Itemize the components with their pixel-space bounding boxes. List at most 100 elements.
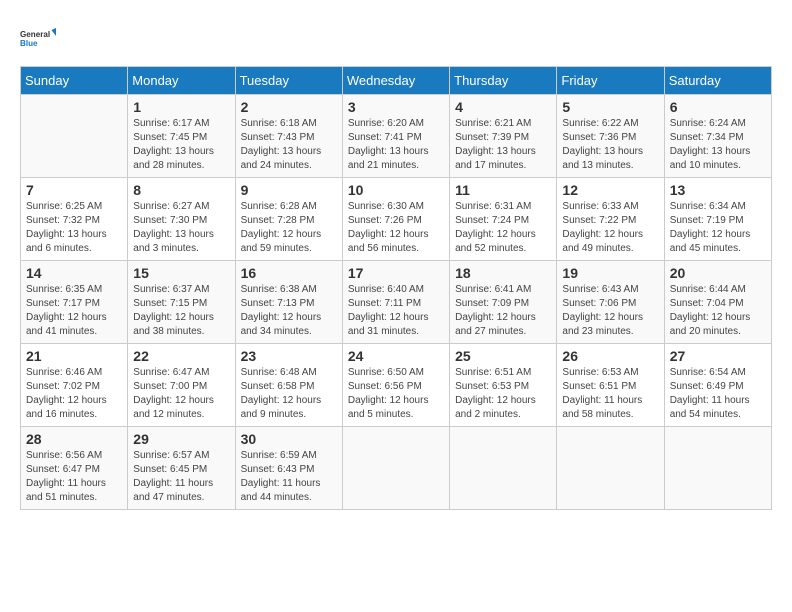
day-number: 13 [670, 182, 766, 198]
svg-text:General: General [20, 30, 50, 39]
day-number: 1 [133, 99, 229, 115]
day-info: Sunrise: 6:46 AM Sunset: 7:02 PM Dayligh… [26, 366, 122, 422]
day-number: 16 [241, 265, 337, 281]
calendar-cell: 23 Sunrise: 6:48 AM Sunset: 6:58 PM Dayli… [235, 344, 342, 427]
calendar-cell: 28 Sunrise: 6:56 AM Sunset: 6:47 PM Dayli… [21, 427, 128, 510]
day-info: Sunrise: 6:17 AM Sunset: 7:45 PM Dayligh… [133, 117, 229, 173]
day-info: Sunrise: 6:50 AM Sunset: 6:56 PM Dayligh… [348, 366, 444, 422]
calendar-cell: 4Sunrise: 6:21 AM Sunset: 7:39 PM Daylig… [450, 95, 557, 178]
day-number: 14 [26, 265, 122, 281]
day-info: Sunrise: 6:25 AM Sunset: 7:32 PM Dayligh… [26, 200, 122, 256]
day-info: Sunrise: 6:31 AM Sunset: 7:24 PM Dayligh… [455, 200, 551, 256]
page-header: GeneralBlue [20, 20, 772, 56]
day-number: 24 [348, 348, 444, 364]
calendar-cell: 11 Sunrise: 6:31 AM Sunset: 7:24 PM Dayli… [450, 178, 557, 261]
day-number: 10 [348, 182, 444, 198]
calendar-cell: 17 Sunrise: 6:40 AM Sunset: 7:11 PM Dayli… [342, 261, 449, 344]
day-number: 8 [133, 182, 229, 198]
day-info: Sunrise: 6:20 AM Sunset: 7:41 PM Dayligh… [348, 117, 444, 173]
calendar-cell: 30 Sunrise: 6:59 AM Sunset: 6:43 PM Dayli… [235, 427, 342, 510]
calendar-cell: 24 Sunrise: 6:50 AM Sunset: 6:56 PM Dayli… [342, 344, 449, 427]
calendar-cell: 26 Sunrise: 6:53 AM Sunset: 6:51 PM Dayli… [557, 344, 664, 427]
day-number: 30 [241, 431, 337, 447]
day-number: 28 [26, 431, 122, 447]
calendar-cell: 3 Sunrise: 6:20 AM Sunset: 7:41 PM Daylig… [342, 95, 449, 178]
day-number: 9 [241, 182, 337, 198]
day-number: 25 [455, 348, 551, 364]
day-info: Sunrise: 6:43 AM Sunset: 7:06 PM Dayligh… [562, 283, 658, 339]
calendar-cell: 18 Sunrise: 6:41 AM Sunset: 7:09 PM Dayli… [450, 261, 557, 344]
day-number: 19 [562, 265, 658, 281]
weekday-header-wednesday: Wednesday [342, 67, 449, 95]
calendar-cell [664, 427, 771, 510]
calendar-cell: 22Sunrise: 6:47 AM Sunset: 7:00 PM Dayli… [128, 344, 235, 427]
day-number: 29 [133, 431, 229, 447]
weekday-header-tuesday: Tuesday [235, 67, 342, 95]
logo-icon: GeneralBlue [20, 20, 56, 56]
week-row-3: 14 Sunrise: 6:35 AM Sunset: 7:17 PM Dayli… [21, 261, 772, 344]
svg-text:Blue: Blue [20, 39, 38, 48]
day-number: 23 [241, 348, 337, 364]
day-info: Sunrise: 6:18 AM Sunset: 7:43 PM Dayligh… [241, 117, 337, 173]
weekday-header-row: SundayMondayTuesdayWednesdayThursdayFrid… [21, 67, 772, 95]
calendar-cell: 25Sunrise: 6:51 AM Sunset: 6:53 PM Dayli… [450, 344, 557, 427]
day-info: Sunrise: 6:35 AM Sunset: 7:17 PM Dayligh… [26, 283, 122, 339]
day-number: 22 [133, 348, 229, 364]
weekday-header-saturday: Saturday [664, 67, 771, 95]
day-number: 5 [562, 99, 658, 115]
calendar-cell: 8 Sunrise: 6:27 AM Sunset: 7:30 PM Daylig… [128, 178, 235, 261]
calendar-cell: 16 Sunrise: 6:38 AM Sunset: 7:13 PM Dayli… [235, 261, 342, 344]
calendar-cell: 5Sunrise: 6:22 AM Sunset: 7:36 PM Daylig… [557, 95, 664, 178]
calendar-cell: 1 Sunrise: 6:17 AM Sunset: 7:45 PM Daylig… [128, 95, 235, 178]
day-number: 15 [133, 265, 229, 281]
day-number: 3 [348, 99, 444, 115]
calendar-cell [450, 427, 557, 510]
week-row-5: 28 Sunrise: 6:56 AM Sunset: 6:47 PM Dayli… [21, 427, 772, 510]
calendar-cell [342, 427, 449, 510]
calendar-cell: 9 Sunrise: 6:28 AM Sunset: 7:28 PM Daylig… [235, 178, 342, 261]
calendar-cell: 12Sunrise: 6:33 AM Sunset: 7:22 PM Dayli… [557, 178, 664, 261]
day-number: 11 [455, 182, 551, 198]
day-info: Sunrise: 6:28 AM Sunset: 7:28 PM Dayligh… [241, 200, 337, 256]
day-info: Sunrise: 6:21 AM Sunset: 7:39 PM Dayligh… [455, 117, 551, 173]
calendar-cell: 29 Sunrise: 6:57 AM Sunset: 6:45 PM Dayli… [128, 427, 235, 510]
day-info: Sunrise: 6:57 AM Sunset: 6:45 PM Dayligh… [133, 449, 229, 505]
day-info: Sunrise: 6:34 AM Sunset: 7:19 PM Dayligh… [670, 200, 766, 256]
day-info: Sunrise: 6:27 AM Sunset: 7:30 PM Dayligh… [133, 200, 229, 256]
day-info: Sunrise: 6:30 AM Sunset: 7:26 PM Dayligh… [348, 200, 444, 256]
day-info: Sunrise: 6:48 AM Sunset: 6:58 PM Dayligh… [241, 366, 337, 422]
day-number: 7 [26, 182, 122, 198]
calendar-cell: 15Sunrise: 6:37 AM Sunset: 7:15 PM Dayli… [128, 261, 235, 344]
day-info: Sunrise: 6:54 AM Sunset: 6:49 PM Dayligh… [670, 366, 766, 422]
calendar-cell: 27 Sunrise: 6:54 AM Sunset: 6:49 PM Dayli… [664, 344, 771, 427]
day-info: Sunrise: 6:24 AM Sunset: 7:34 PM Dayligh… [670, 117, 766, 173]
calendar-cell: 2 Sunrise: 6:18 AM Sunset: 7:43 PM Daylig… [235, 95, 342, 178]
day-info: Sunrise: 6:56 AM Sunset: 6:47 PM Dayligh… [26, 449, 122, 505]
week-row-2: 7 Sunrise: 6:25 AM Sunset: 7:32 PM Daylig… [21, 178, 772, 261]
day-info: Sunrise: 6:53 AM Sunset: 6:51 PM Dayligh… [562, 366, 658, 422]
calendar-cell: 7 Sunrise: 6:25 AM Sunset: 7:32 PM Daylig… [21, 178, 128, 261]
day-info: Sunrise: 6:33 AM Sunset: 7:22 PM Dayligh… [562, 200, 658, 256]
weekday-header-sunday: Sunday [21, 67, 128, 95]
day-info: Sunrise: 6:59 AM Sunset: 6:43 PM Dayligh… [241, 449, 337, 505]
calendar-cell: 21 Sunrise: 6:46 AM Sunset: 7:02 PM Dayli… [21, 344, 128, 427]
day-info: Sunrise: 6:41 AM Sunset: 7:09 PM Dayligh… [455, 283, 551, 339]
day-number: 27 [670, 348, 766, 364]
week-row-4: 21 Sunrise: 6:46 AM Sunset: 7:02 PM Dayli… [21, 344, 772, 427]
calendar-cell [21, 95, 128, 178]
day-number: 26 [562, 348, 658, 364]
calendar-cell [557, 427, 664, 510]
day-number: 18 [455, 265, 551, 281]
day-info: Sunrise: 6:40 AM Sunset: 7:11 PM Dayligh… [348, 283, 444, 339]
calendar-cell: 13 Sunrise: 6:34 AM Sunset: 7:19 PM Dayli… [664, 178, 771, 261]
calendar-cell: 19 Sunrise: 6:43 AM Sunset: 7:06 PM Dayli… [557, 261, 664, 344]
day-number: 21 [26, 348, 122, 364]
day-number: 20 [670, 265, 766, 281]
calendar-cell: 20 Sunrise: 6:44 AM Sunset: 7:04 PM Dayli… [664, 261, 771, 344]
day-number: 17 [348, 265, 444, 281]
calendar-cell: 6Sunrise: 6:24 AM Sunset: 7:34 PM Daylig… [664, 95, 771, 178]
day-info: Sunrise: 6:44 AM Sunset: 7:04 PM Dayligh… [670, 283, 766, 339]
day-number: 2 [241, 99, 337, 115]
calendar-cell: 10 Sunrise: 6:30 AM Sunset: 7:26 PM Dayli… [342, 178, 449, 261]
day-info: Sunrise: 6:38 AM Sunset: 7:13 PM Dayligh… [241, 283, 337, 339]
